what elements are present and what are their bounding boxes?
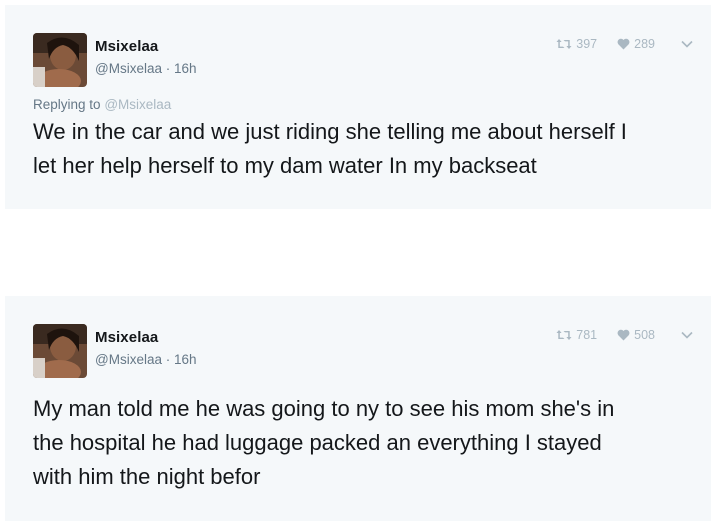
display-name[interactable]: Msixelaa — [95, 329, 158, 346]
replying-to: Replying to @Msixelaa — [33, 97, 171, 112]
heart-icon — [617, 329, 630, 341]
replying-mention[interactable]: @Msixelaa — [104, 97, 171, 112]
retweet-button[interactable]: 397 — [556, 37, 597, 51]
retweet-count: 781 — [576, 328, 598, 342]
avatar[interactable] — [33, 324, 87, 378]
avatar[interactable] — [33, 33, 87, 87]
handle[interactable]: @Msixelaa — [95, 352, 162, 367]
like-count: 289 — [634, 37, 655, 51]
tweet-stats: 781 508 — [556, 328, 693, 342]
tweet-stats: 397 289 — [556, 37, 693, 51]
avatar-image — [33, 33, 87, 87]
like-count: 508 — [634, 328, 655, 342]
separator: · — [165, 352, 171, 367]
tweet-text: My man told me he was going to ny to see… — [33, 396, 615, 489]
more-options-button[interactable] — [681, 331, 693, 339]
tweet-text: We in the car and we just riding she tel… — [33, 119, 627, 178]
replying-prefix: Replying to — [33, 97, 101, 112]
heart-icon — [617, 38, 630, 50]
handle-time: @Msixelaa · 16h — [95, 61, 197, 76]
retweet-count: 397 — [576, 37, 598, 51]
tweet-card[interactable]: Msixelaa @Msixelaa · 16h 781 508 My man … — [5, 296, 711, 521]
timestamp[interactable]: 16h — [174, 61, 197, 76]
like-button[interactable]: 508 — [617, 328, 655, 342]
separator: · — [165, 61, 171, 76]
tweet-card[interactable]: Msixelaa @Msixelaa · 16h 397 289 Replyin… — [5, 5, 711, 209]
retweet-icon — [556, 39, 572, 49]
more-options-button[interactable] — [681, 40, 693, 48]
like-button[interactable]: 289 — [617, 37, 655, 51]
display-name[interactable]: Msixelaa — [95, 38, 158, 55]
handle-time: @Msixelaa · 16h — [95, 352, 197, 367]
chevron-down-icon — [681, 40, 693, 48]
avatar-image — [33, 324, 87, 378]
retweet-button[interactable]: 781 — [556, 328, 597, 342]
handle[interactable]: @Msixelaa — [95, 61, 162, 76]
chevron-down-icon — [681, 331, 693, 339]
timestamp[interactable]: 16h — [174, 352, 197, 367]
retweet-icon — [556, 330, 572, 340]
